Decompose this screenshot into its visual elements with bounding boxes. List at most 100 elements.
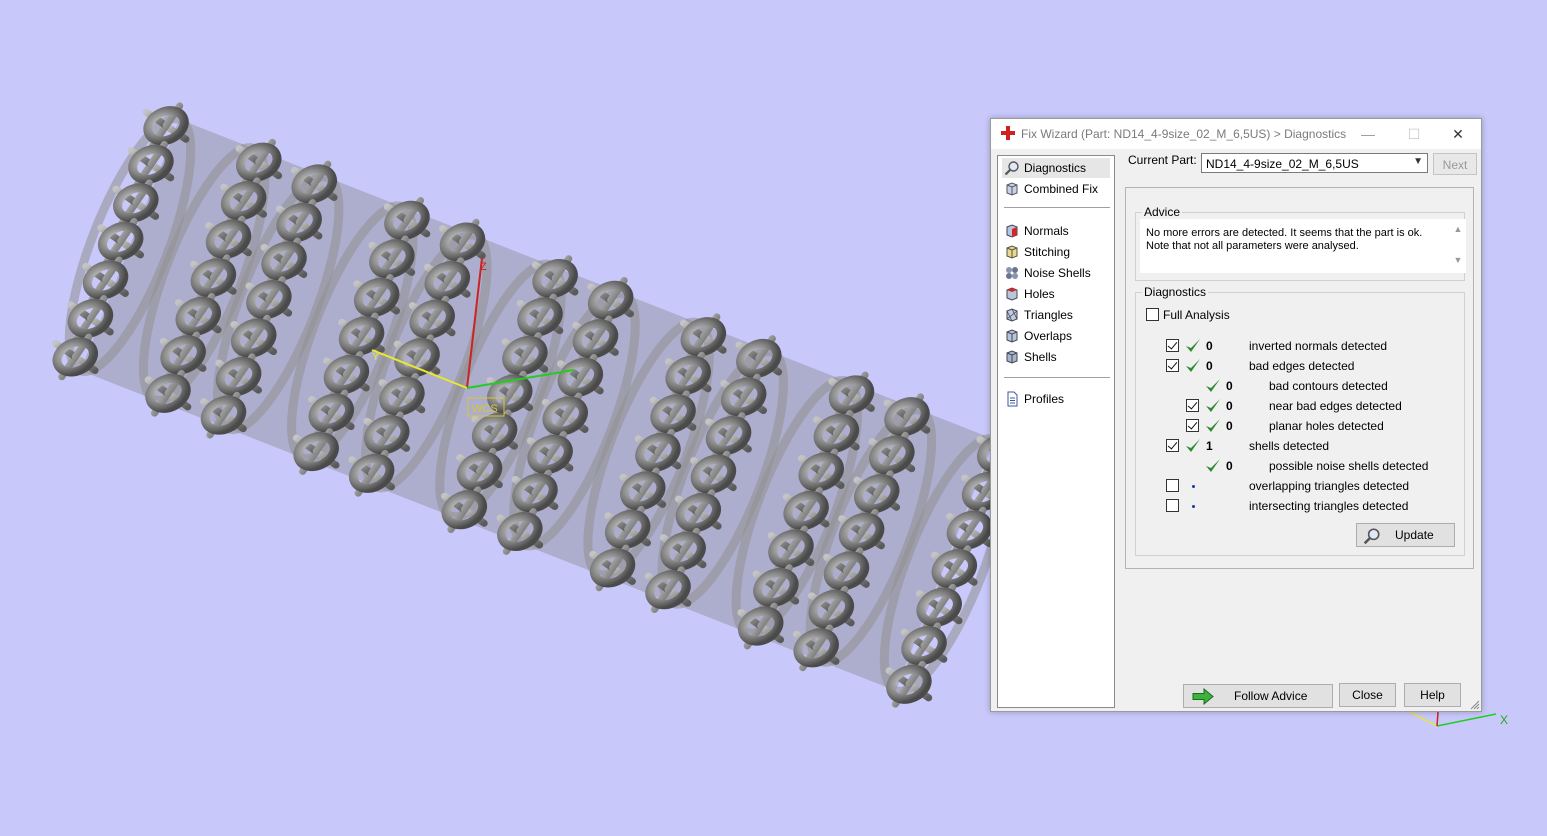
advice-text-box[interactable]: No more errors are detected. It seems th… [1140, 219, 1466, 273]
diagnostics-group: Diagnostics Full Analysis 0 inverted norm… [1135, 285, 1465, 556]
diagnostic-row: 0 inverted normals detected [1136, 337, 1456, 355]
diagnostic-count: 1 [1206, 439, 1213, 453]
nav-item-holes[interactable]: Holes [1002, 284, 1110, 304]
diagnostic-checkbox[interactable] [1166, 479, 1179, 492]
wizard-navigation: Diagnostics Combined Fix Normals Stitchi… [997, 155, 1115, 708]
diagnostic-count: 0 [1226, 399, 1233, 413]
mini-axes: X [1409, 711, 1508, 727]
diagnostic-count: 0 [1206, 359, 1213, 373]
diagnostic-label: bad contours detected [1269, 379, 1388, 393]
diagnostic-checkbox[interactable] [1166, 339, 1179, 352]
nav-divider [1004, 207, 1110, 208]
pending-dot-icon [1192, 505, 1195, 508]
green-check-icon [1186, 339, 1200, 352]
diagnostic-count: 0 [1226, 459, 1233, 473]
fix-wizard-window: Fix Wizard (Part: ND14_4-9size_02_M_6,5U… [990, 118, 1482, 712]
scroll-down-icon[interactable]: ▼ [1452, 255, 1464, 265]
axis-z-label: Z [480, 261, 487, 273]
current-part-label: Current Part: [1128, 153, 1197, 167]
nav-item-triangles[interactable]: Triangles [1002, 305, 1110, 325]
diagnostic-count: 0 [1226, 379, 1233, 393]
follow-advice-button[interactable]: Follow Advice [1183, 684, 1333, 708]
diagnostic-row: 0 possible noise shells detected [1136, 457, 1456, 475]
nav-item-shells[interactable]: Shells [1002, 347, 1110, 367]
normals-cube-icon [1006, 224, 1018, 238]
diagnostic-checkbox[interactable] [1166, 439, 1179, 452]
scroll-up-icon[interactable]: ▲ [1452, 224, 1464, 234]
full-analysis-checkbox[interactable] [1146, 308, 1159, 321]
follow-advice-label: Follow Advice [1234, 689, 1308, 703]
green-arrow-icon [1192, 688, 1214, 705]
diagnostic-row: 0 bad edges detected [1136, 357, 1456, 375]
advice-group: Advice No more errors are detected. It s… [1135, 205, 1466, 281]
diagnostic-label: intersecting triangles detected [1249, 499, 1409, 513]
green-check-icon [1206, 379, 1220, 392]
diagnostic-count: 0 [1206, 339, 1213, 353]
green-check-icon [1206, 399, 1220, 412]
stitching-cube-icon [1006, 245, 1018, 259]
advice-line-1: No more errors are detected. It seems th… [1146, 227, 1423, 239]
update-button[interactable]: Update [1356, 523, 1455, 547]
diagnostic-checkbox[interactable] [1166, 499, 1179, 512]
mini-axis-x-label: X [1500, 713, 1508, 727]
nav-item-stitching[interactable]: Stitching [1002, 242, 1110, 262]
cube-icon [1006, 182, 1018, 196]
pending-dot-icon [1192, 485, 1195, 488]
wcs-label: WCS [472, 403, 498, 415]
chevron-down-icon: ▼ [1413, 156, 1423, 167]
diagnostic-row: 0 bad contours detected [1136, 377, 1456, 395]
current-part-value: ND14_4-9size_02_M_6,5US [1206, 157, 1359, 171]
diagnostic-count: 0 [1226, 419, 1233, 433]
diagnostic-row: 1 shells detected [1136, 437, 1456, 455]
diagnostic-row: overlapping triangles detected [1136, 477, 1456, 495]
nav-item-noise-shells[interactable]: Noise Shells [1002, 263, 1110, 283]
holes-cube-icon [1006, 287, 1018, 301]
help-button[interactable]: Help [1404, 683, 1461, 707]
axis-y-label: Y [372, 351, 380, 363]
green-check-icon [1186, 359, 1200, 372]
diagnostic-checkbox[interactable] [1166, 359, 1179, 372]
nav-item-overlaps[interactable]: Overlaps [1002, 326, 1110, 346]
nav-item-normals[interactable]: Normals [1002, 221, 1110, 241]
diagnostic-checkbox[interactable] [1186, 419, 1199, 432]
green-check-icon [1186, 439, 1200, 452]
document-icon [1007, 391, 1018, 407]
nav-item-combined-fix[interactable]: Combined Fix [1002, 179, 1110, 199]
triangles-cube-icon [1006, 308, 1018, 322]
next-button[interactable]: Next [1433, 153, 1477, 175]
diagnostics-panel: Advice No more errors are detected. It s… [1125, 187, 1474, 569]
diagnostic-checkbox[interactable] [1186, 399, 1199, 412]
magnifier-icon [1004, 161, 1019, 176]
diagnostic-label: planar holes detected [1269, 419, 1384, 433]
diagnostic-label: possible noise shells detected [1269, 459, 1429, 473]
green-check-icon [1206, 459, 1220, 472]
diagnostic-row: 0 near bad edges detected [1136, 397, 1456, 415]
full-analysis-label: Full Analysis [1163, 308, 1230, 322]
diagnostic-label: overlapping triangles detected [1249, 479, 1410, 493]
minimize-button[interactable]: — [1345, 119, 1391, 149]
diagnostic-row: intersecting triangles detected [1136, 497, 1456, 515]
update-label: Update [1395, 528, 1434, 542]
diagnostic-label: bad edges detected [1249, 359, 1355, 373]
diagnostic-label: shells detected [1249, 439, 1330, 453]
resize-grip-icon[interactable] [1470, 700, 1480, 710]
window-title: Fix Wizard (Part: ND14_4-9size_02_M_6,5U… [1021, 127, 1347, 141]
advice-line-2: Note that not all parameters were analys… [1146, 240, 1359, 252]
current-part-select[interactable]: ND14_4-9size_02_M_6,5US ▼ [1201, 153, 1428, 173]
diagnostic-label: near bad edges detected [1269, 399, 1402, 413]
diagnostic-label: inverted normals detected [1249, 339, 1388, 353]
magnifier-icon [1363, 528, 1380, 545]
jewelry-model [51, 102, 1024, 708]
advice-title: Advice [1142, 205, 1183, 219]
close-button[interactable]: Close [1339, 683, 1396, 707]
nav-item-diagnostics[interactable]: Diagnostics [1002, 158, 1110, 178]
close-window-button[interactable]: ✕ [1435, 119, 1481, 149]
maximize-button[interactable]: ☐ [1391, 119, 1437, 149]
shells-cube-icon [1006, 350, 1018, 364]
diagnostic-row: 0 planar holes detected [1136, 417, 1456, 435]
diagnostics-title: Diagnostics [1142, 285, 1209, 299]
overlaps-cube-icon [1006, 329, 1018, 343]
nav-item-profiles[interactable]: Profiles [1002, 389, 1110, 409]
nav-divider [1004, 377, 1110, 378]
title-bar[interactable]: Fix Wizard (Part: ND14_4-9size_02_M_6,5U… [991, 119, 1481, 149]
